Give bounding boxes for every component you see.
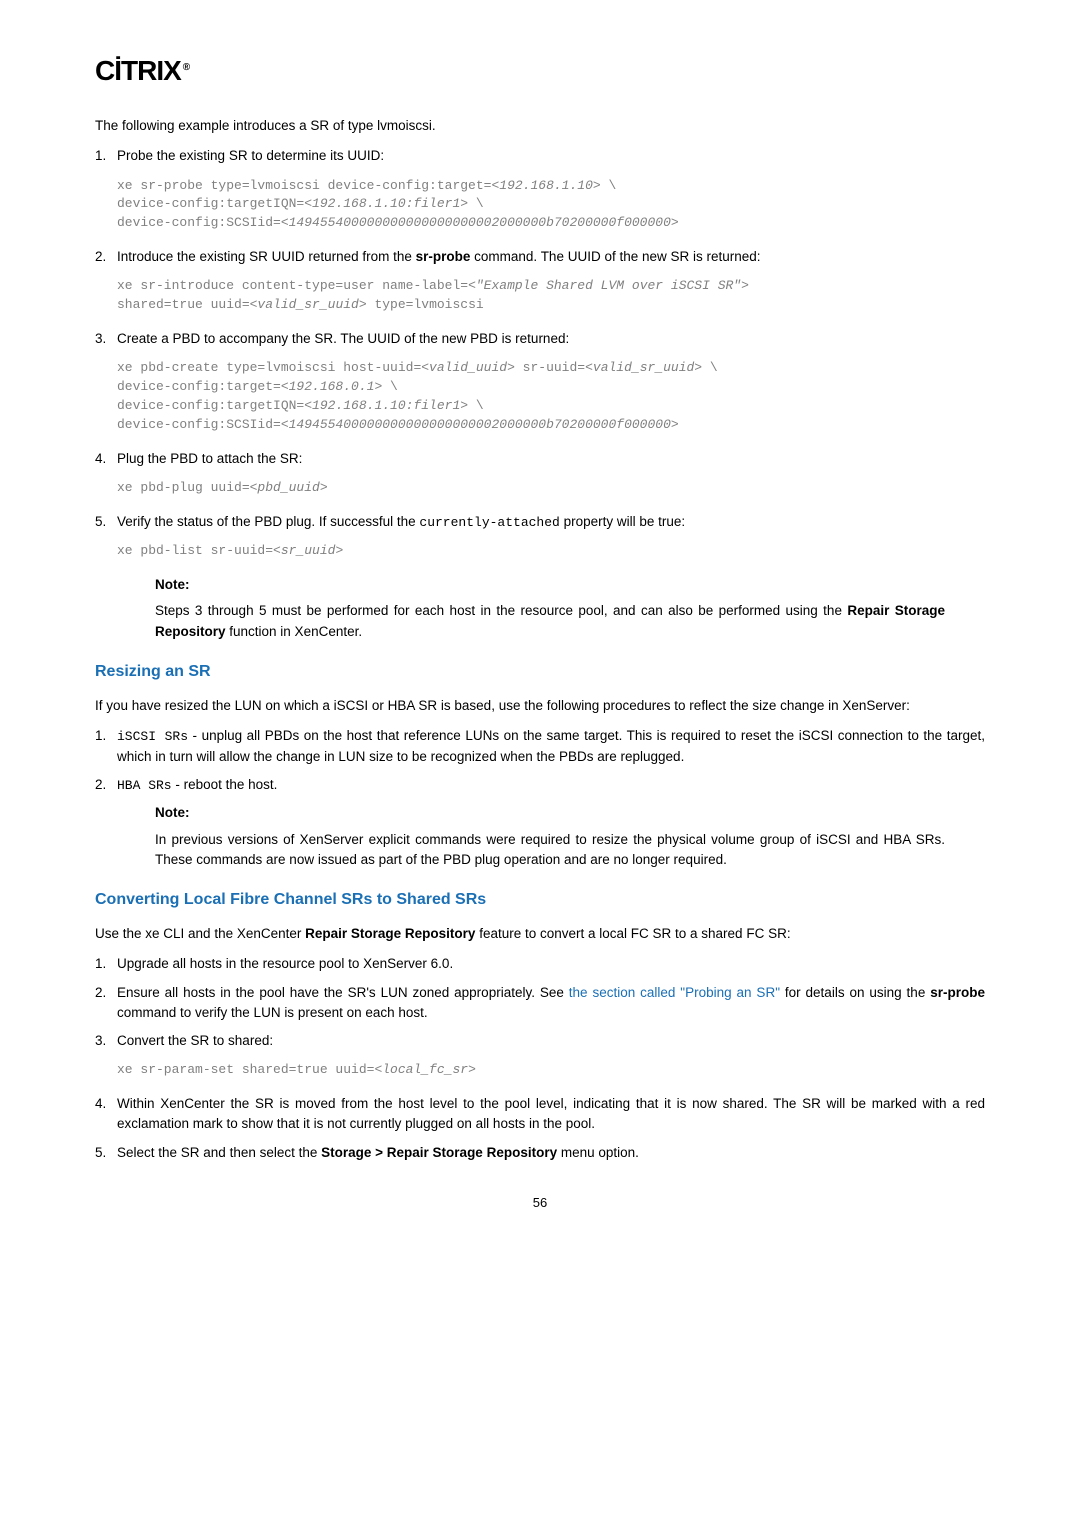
step-5-text-a: Verify the status of the PBD plug. If su… [117,514,419,529]
converting-step-2: 2. Ensure all hosts in the pool have the… [95,983,985,1024]
resizing-step-2-code: HBA SRs [117,778,172,793]
step-1-num: 1. [95,146,106,166]
resizing-step-1-code: iSCSI SRs [117,729,188,744]
note-2-body: In previous versions of XenServer explic… [155,830,945,871]
step-1: 1. Probe the existing SR to determine it… [95,146,985,166]
converting-step-2-num: 2. [95,983,106,1003]
code-block-1: xe sr-probe type=lvmoiscsi device-config… [117,177,985,234]
intro-paragraph: The following example introduces a SR of… [95,116,985,136]
step-4: 4. Plug the PBD to attach the SR: [95,449,985,469]
resizing-step-2: 2. HBA SRs - reboot the host. [95,775,985,796]
converting-step-3-num: 3. [95,1031,106,1051]
step-2-num: 2. [95,247,106,267]
page-number: 56 [95,1193,985,1213]
resizing-step-1-text: - unplug all PBDs on the host that refer… [117,728,985,764]
converting-step-2-text-a: Ensure all hosts in the pool have the SR… [117,985,569,1000]
resizing-step-2-text: - reboot the host. [172,777,278,792]
step-4-num: 4. [95,449,106,469]
note-1-body: Steps 3 through 5 must be performed for … [155,601,945,642]
step-5: 5. Verify the status of the PBD plug. If… [95,512,985,533]
converting-intro: Use the xe CLI and the XenCenter Repair … [95,924,985,944]
converting-step-2-bold: sr-probe [930,985,985,1000]
converting-step-3-text: Convert the SR to shared: [117,1033,273,1048]
converting-step-2-text-b: for details on using the [780,985,930,1000]
converting-step-4-text: Within XenCenter the SR is moved from th… [117,1096,985,1131]
step-3-num: 3. [95,329,106,349]
converting-step-1-num: 1. [95,954,106,974]
converting-title: Converting Local Fibre Channel SRs to Sh… [95,888,985,912]
step-1-text: Probe the existing SR to determine its U… [117,148,384,163]
probing-sr-link[interactable]: the section called "Probing an SR" [569,985,780,1000]
step-4-text: Plug the PBD to attach the SR: [117,451,302,466]
code-block-6: xe sr-param-set shared=true uuid=<local_… [117,1061,985,1080]
step-3-text: Create a PBD to accompany the SR. The UU… [117,331,569,346]
code-block-4: xe pbd-plug uuid=<pbd_uuid> [117,479,985,498]
converting-step-2-text-c: command to verify the LUN is present on … [117,1005,428,1020]
step-5-text-b: property will be true: [560,514,685,529]
resizing-step-2-num: 2. [95,775,106,795]
converting-step-5-num: 5. [95,1143,106,1163]
step-2: 2. Introduce the existing SR UUID return… [95,247,985,267]
step-5-num: 5. [95,512,106,532]
resizing-step-1: 1. iSCSI SRs - unplug all PBDs on the ho… [95,726,985,767]
step-3: 3. Create a PBD to accompany the SR. The… [95,329,985,349]
code-block-5: xe pbd-list sr-uuid=<sr_uuid> [117,542,985,561]
code-block-2: xe sr-introduce content-type=user name-l… [117,277,985,315]
converting-step-4-num: 4. [95,1094,106,1114]
step-5-code: currently-attached [419,515,559,530]
converting-step-1: 1. Upgrade all hosts in the resource poo… [95,954,985,974]
converting-step-5-text-a: Select the SR and then select the [117,1145,321,1160]
note-2-label: Note: [155,803,945,823]
converting-step-1-text: Upgrade all hosts in the resource pool t… [117,956,453,971]
converting-step-3: 3. Convert the SR to shared: [95,1031,985,1051]
step-2-bold: sr-probe [416,249,471,264]
step-2-text-a: Introduce the existing SR UUID returned … [117,249,416,264]
note-1: Note: Steps 3 through 5 must be performe… [155,575,945,642]
logo: CİTRIX® [95,50,985,92]
converting-step-4: 4. Within XenCenter the SR is moved from… [95,1094,985,1135]
resizing-intro: If you have resized the LUN on which a i… [95,696,985,716]
code-block-3: xe pbd-create type=lvmoiscsi host-uuid=<… [117,359,985,434]
note-2: Note: In previous versions of XenServer … [155,803,945,870]
converting-step-5: 5. Select the SR and then select the Sto… [95,1143,985,1163]
note-1-label: Note: [155,575,945,595]
resizing-step-1-num: 1. [95,726,106,746]
step-2-text-b: command. The UUID of the new SR is retur… [470,249,760,264]
resizing-title: Resizing an SR [95,660,985,684]
converting-step-5-text-b: menu option. [557,1145,639,1160]
converting-step-5-bold: Storage > Repair Storage Repository [321,1145,557,1160]
